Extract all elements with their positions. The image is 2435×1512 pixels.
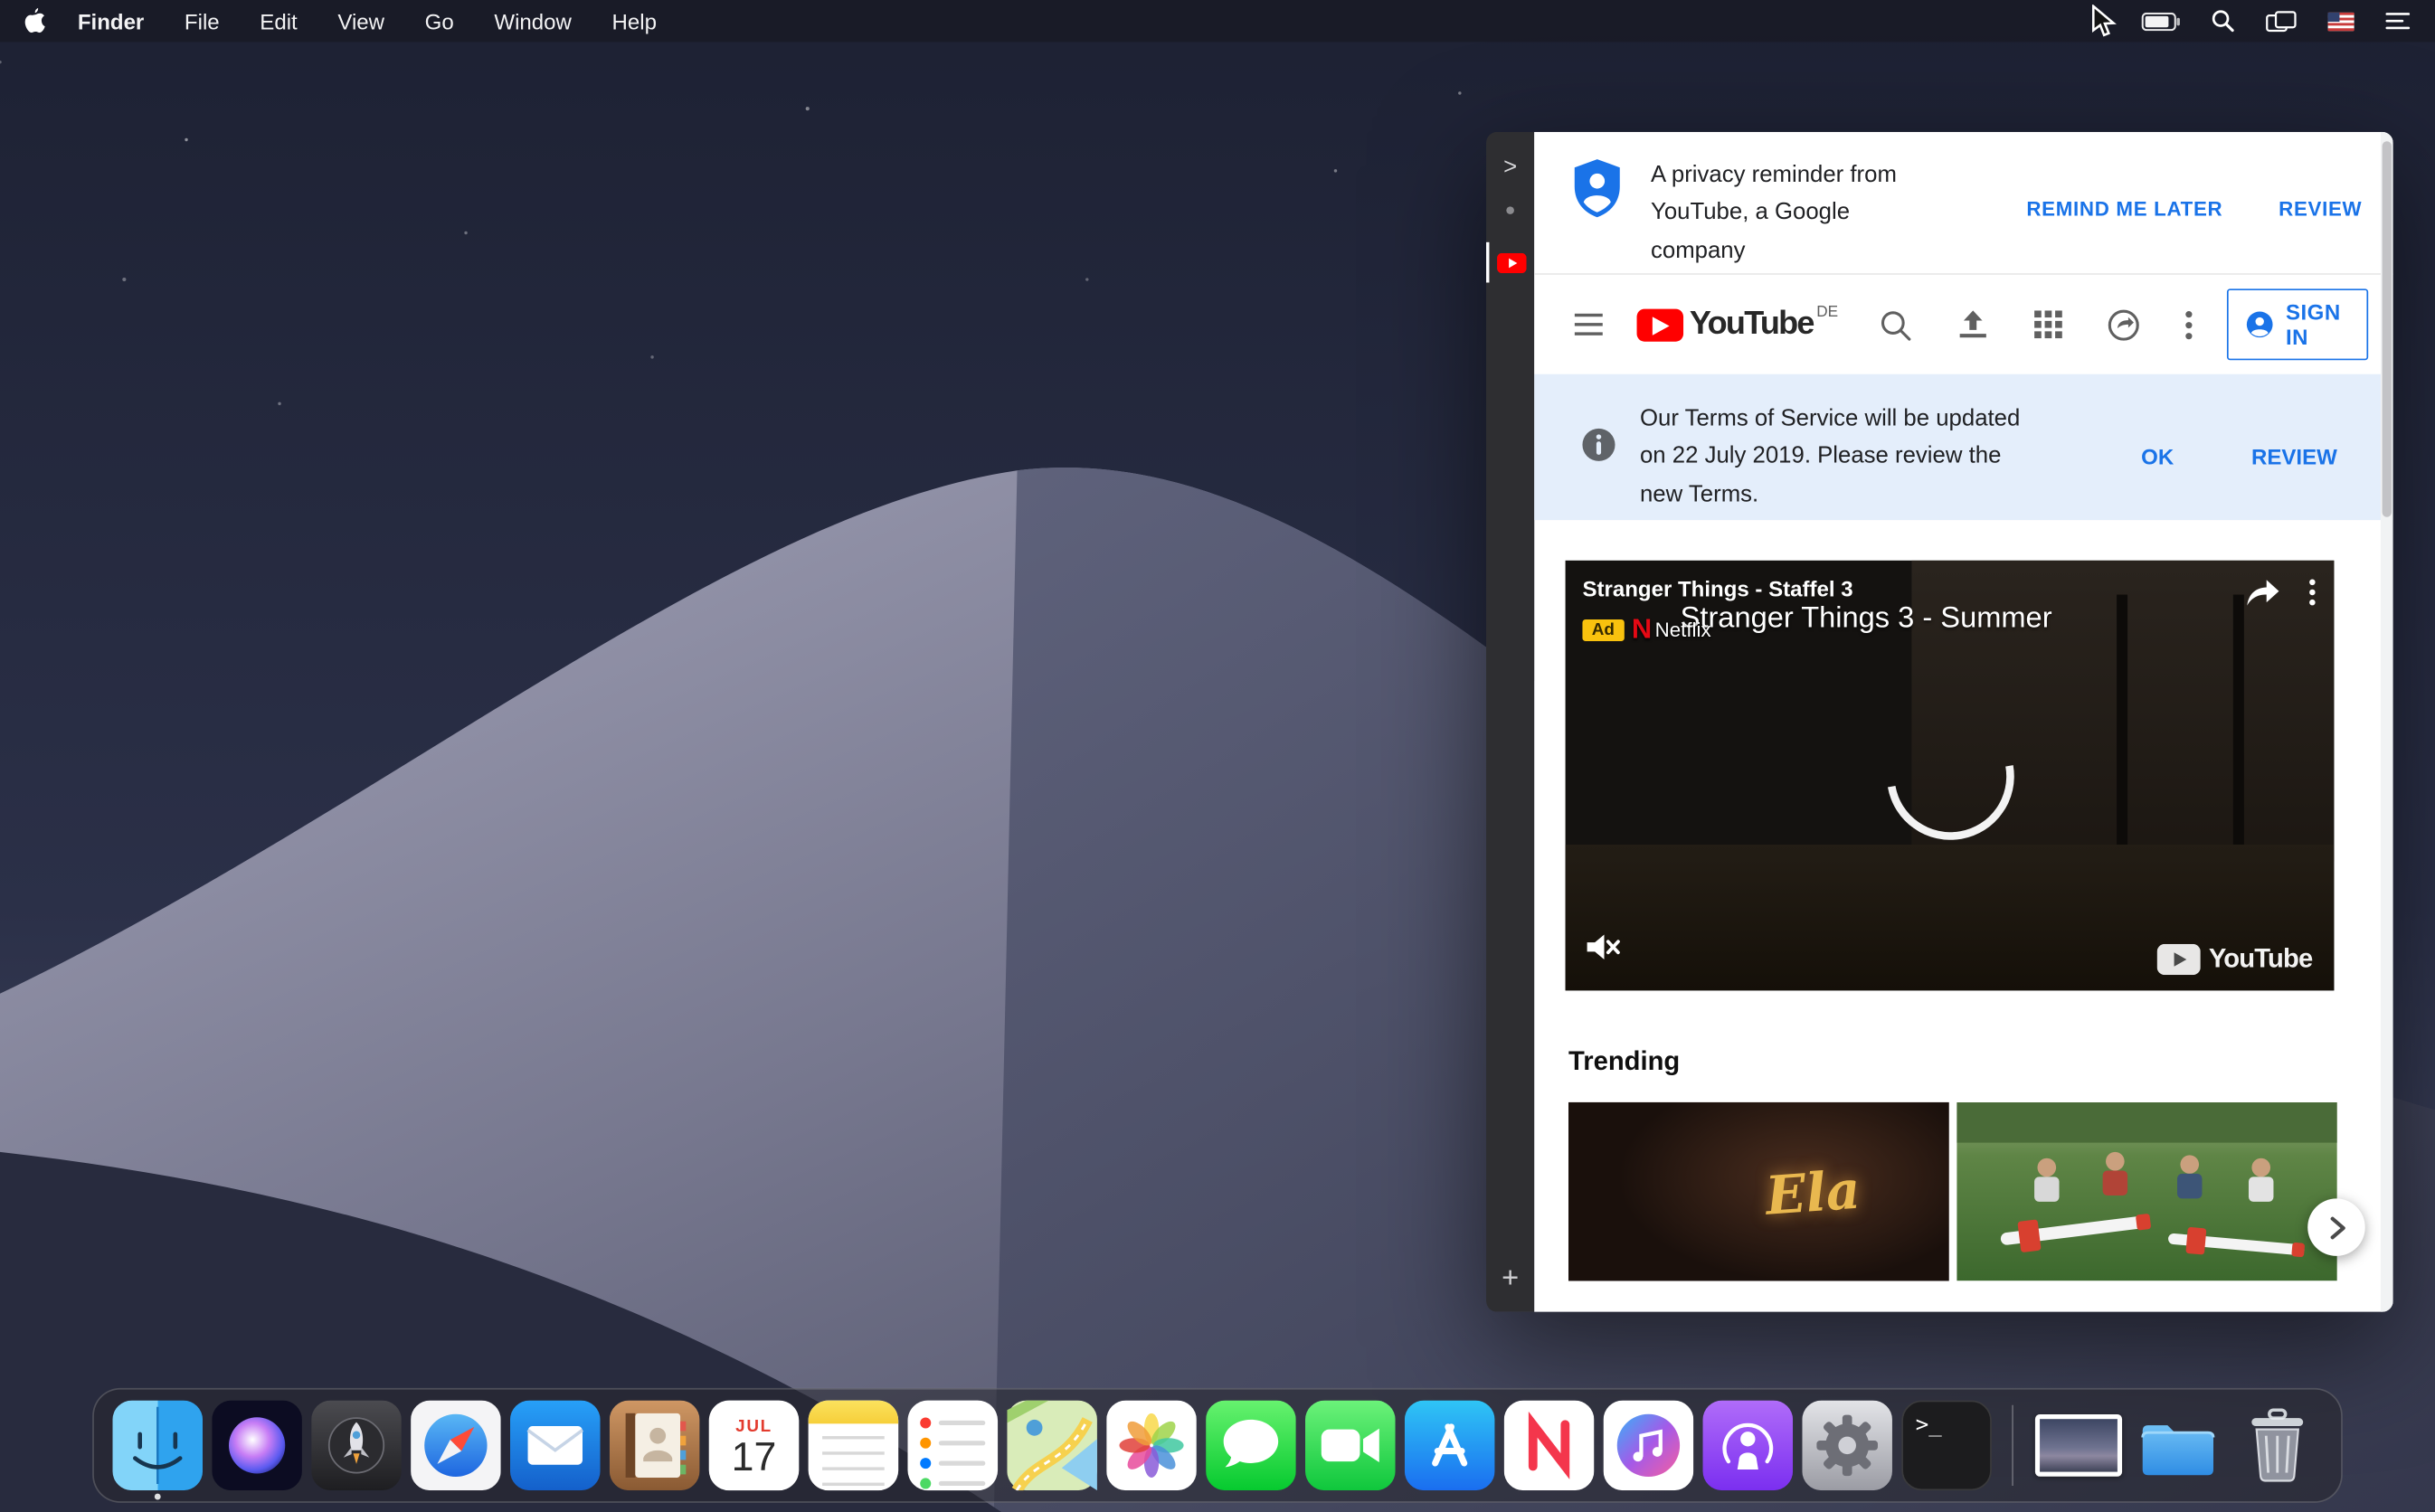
trending-next-button[interactable] [2307, 1198, 2365, 1256]
ad-title: Stranger Things - Staffel 3 [1582, 576, 1852, 600]
avatar-icon [2245, 306, 2273, 343]
expand-chevron-icon[interactable]: > [1486, 154, 1534, 180]
privacy-shield-icon [1571, 156, 1623, 219]
hamburger-menu-icon[interactable] [1575, 314, 1603, 335]
dock-launchpad[interactable] [311, 1401, 402, 1491]
notification-center-icon[interactable] [2385, 11, 2410, 31]
share-icon[interactable] [2244, 576, 2281, 615]
messages-bubble-icon[interactable] [2107, 308, 2139, 341]
dock-itunes[interactable] [1604, 1401, 1694, 1491]
muted-speaker-icon[interactable] [1584, 930, 1621, 971]
sign-in-button[interactable]: SIGN IN [2226, 288, 2368, 360]
dock-podcasts[interactable] [1703, 1401, 1794, 1491]
dock-terminal[interactable]: >_ [1901, 1401, 1992, 1491]
dock-mail[interactable] [510, 1401, 601, 1491]
menu-item-view[interactable]: View [337, 8, 384, 33]
terms-notice: Our Terms of Service will be updated on … [1534, 374, 2392, 520]
running-indicator [155, 1494, 161, 1500]
menu-item-go[interactable]: Go [425, 8, 454, 33]
dock-app-store[interactable] [1405, 1401, 1495, 1491]
youtube-tab[interactable] [1486, 242, 1534, 283]
more-options-icon[interactable] [2184, 310, 2193, 340]
privacy-banner: A privacy reminder from YouTube, a Googl… [1534, 132, 2392, 275]
tab-dot-icon[interactable] [1506, 206, 1514, 214]
dock-reminders[interactable] [907, 1401, 998, 1491]
youtube-watermark-text: YouTube [2209, 944, 2313, 975]
menu-item-window[interactable]: Window [494, 8, 571, 33]
dock-separator [2012, 1405, 2013, 1486]
panel-scrollbar[interactable] [2381, 132, 2393, 1312]
calendar-day: 17 [732, 1436, 777, 1477]
apple-logo-icon [22, 8, 45, 34]
youtube-header: YouTube DE [1534, 275, 2392, 374]
dock-screenshot-preview[interactable] [2033, 1401, 2124, 1491]
dock-notes[interactable] [809, 1401, 899, 1491]
dock-contacts[interactable] [610, 1401, 700, 1491]
youtube-icon [1497, 252, 1527, 272]
dock-safari[interactable] [411, 1401, 501, 1491]
trending-heading: Trending [1568, 1046, 2393, 1077]
chevron-right-icon [2324, 1214, 2348, 1239]
netflix-logo: N [1632, 613, 1652, 646]
terminal-prompt: >_ [1916, 1413, 1942, 1437]
ad-badge: Ad [1582, 619, 1624, 640]
video-more-options-icon[interactable] [2309, 579, 2316, 613]
dock-calendar[interactable]: JUL 17 [709, 1401, 800, 1491]
search-icon[interactable] [1879, 308, 1911, 341]
panel-tab-strip: > + [1486, 132, 1534, 1312]
youtube-region-label: DE [1816, 305, 1838, 322]
sign-in-label: SIGN IN [2286, 299, 2350, 349]
privacy-review-button[interactable]: REVIEW [2279, 197, 2362, 221]
youtube-play-icon [1637, 309, 1684, 342]
dock-downloads-folder[interactable] [2133, 1401, 2223, 1491]
menu-item-help[interactable]: Help [612, 8, 657, 33]
youtube-watermark: YouTube [2157, 944, 2312, 975]
menu-item-finder[interactable]: Finder [78, 8, 144, 33]
trending-thumbnail-1[interactable]: Ela [1568, 1102, 1949, 1280]
displays-icon[interactable] [2266, 10, 2297, 32]
ad-headline: Stranger Things 3 - Summer [1681, 602, 2052, 637]
menu-item-edit[interactable]: Edit [260, 8, 297, 33]
info-icon [1581, 427, 1616, 462]
dock-system-preferences[interactable] [1802, 1401, 1892, 1491]
dock-siri[interactable] [212, 1401, 302, 1491]
input-source-flag-icon[interactable] [2328, 12, 2354, 31]
dock: JUL 17 [92, 1388, 2343, 1503]
dock-photos[interactable] [1106, 1401, 1197, 1491]
terms-message: Our Terms of Service will be updated on … [1640, 401, 2047, 514]
dock-news[interactable] [1504, 1401, 1595, 1491]
remind-me-later-button[interactable]: REMIND ME LATER [2026, 197, 2222, 221]
dock-facetime[interactable] [1305, 1401, 1396, 1491]
panel-content: A privacy reminder from YouTube, a Googl… [1534, 132, 2392, 1312]
video-frame-detail [2117, 595, 2127, 853]
spotlight-icon[interactable] [2212, 9, 2235, 33]
advertiser-label: Netflix [1655, 618, 1711, 641]
privacy-message: A privacy reminder from YouTube, a Googl… [1651, 156, 1928, 270]
battery-icon[interactable] [2142, 12, 2181, 31]
apps-grid-icon[interactable] [2033, 310, 2061, 338]
dock-trash[interactable] [2232, 1401, 2323, 1491]
dock-messages[interactable] [1206, 1401, 1296, 1491]
menu-item-file[interactable]: File [185, 8, 220, 33]
youtube-logo[interactable]: YouTube DE [1637, 307, 1839, 342]
add-tab-button[interactable]: + [1486, 1262, 1534, 1297]
upload-icon[interactable] [1957, 310, 1989, 340]
scrollbar-thumb[interactable] [2383, 141, 2392, 516]
screenshot-thumbnail-image [2040, 1419, 2118, 1471]
thumbnail-caption: Ela [1764, 1160, 1862, 1229]
youtube-wordmark: YouTube [1690, 307, 1814, 342]
desktop: Finder File Edit View Go Window Help [0, 0, 2435, 1512]
menu-bar: Finder File Edit View Go Window Help [0, 0, 2435, 42]
terms-review-button[interactable]: REVIEW [2251, 444, 2337, 468]
browser-panel-window: > + A privacy reminder from YouTube, a G… [1486, 132, 2393, 1312]
apple-menu[interactable] [22, 8, 45, 34]
terms-ok-button[interactable]: OK [2141, 444, 2174, 468]
mouse-cursor [2089, 5, 2118, 45]
dock-maps[interactable] [1007, 1401, 1097, 1491]
trending-thumbnail-2[interactable] [1957, 1102, 2337, 1280]
video-player[interactable]: Stranger Things - Staffel 3 Stranger Thi… [1566, 561, 2335, 991]
video-frame-detail [2233, 595, 2244, 853]
youtube-watermark-play-icon [2157, 944, 2201, 975]
dock-finder[interactable] [112, 1401, 203, 1491]
